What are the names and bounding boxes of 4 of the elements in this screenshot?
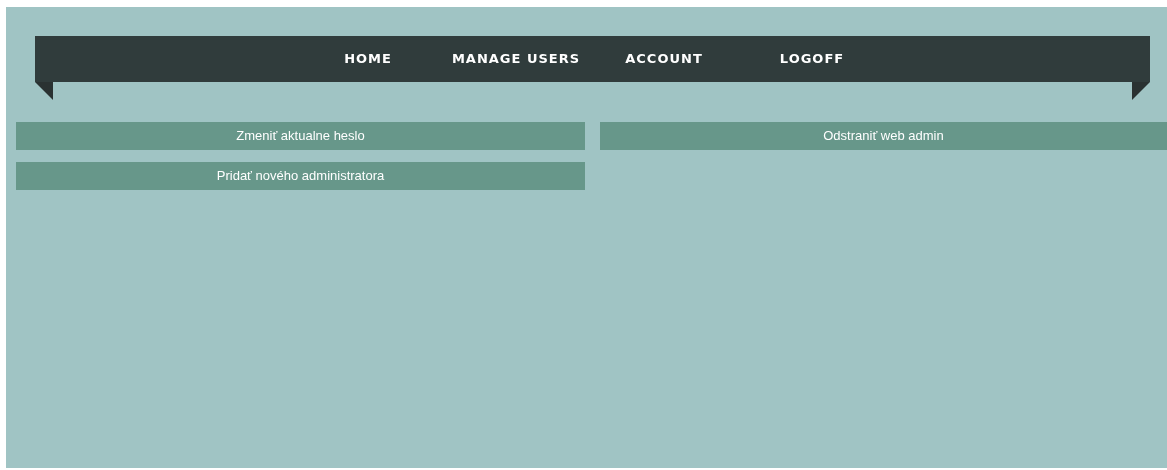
nav-link[interactable]: ACCOUNT bbox=[590, 49, 738, 69]
nav-link[interactable]: LOGOFF bbox=[738, 49, 886, 69]
nav-link[interactable]: MANAGE USERS bbox=[442, 49, 590, 69]
nav-link[interactable]: HOME bbox=[294, 49, 442, 69]
